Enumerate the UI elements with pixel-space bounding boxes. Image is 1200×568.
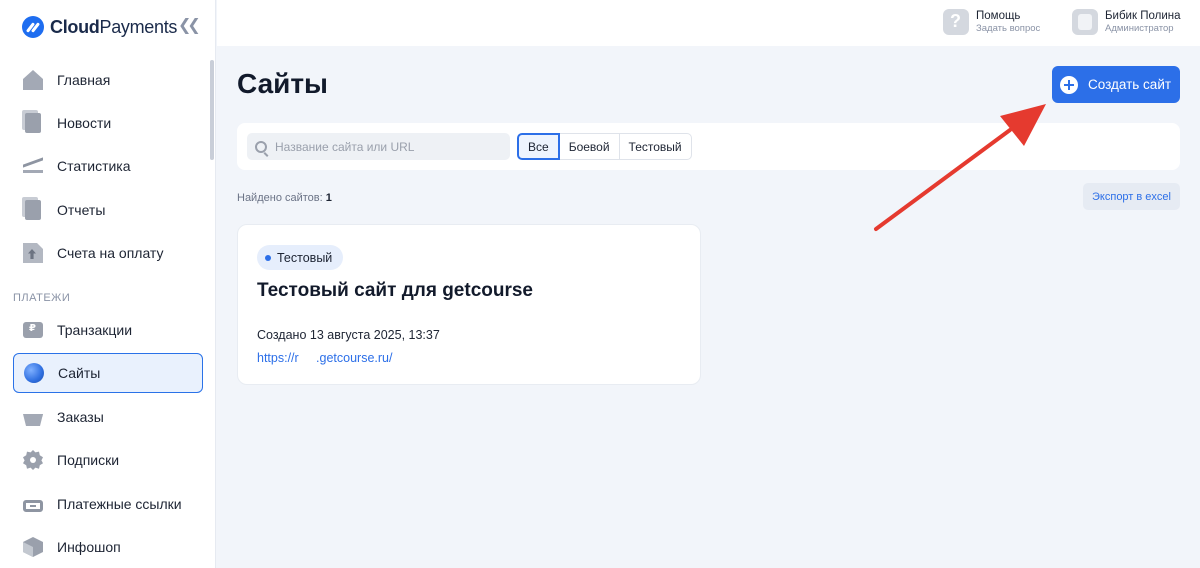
invoice-icon (23, 243, 43, 263)
logo-mark-icon (22, 16, 44, 38)
sidebar-scrollbar[interactable] (210, 60, 214, 160)
status-badge: Тестовый (257, 245, 344, 270)
search-box[interactable] (247, 133, 510, 160)
filter-all-button[interactable]: Все (517, 133, 560, 160)
news-icon (25, 113, 41, 133)
user-avatar (1072, 9, 1098, 35)
status-dot-icon (265, 254, 271, 261)
box-icon (23, 537, 43, 557)
user-menu[interactable]: Бибик Полина Администратор (1072, 9, 1181, 35)
sidebar-item-label: Платежные ссылки (57, 496, 182, 512)
sidebar-item-orders[interactable]: Заказы (13, 397, 203, 437)
chart-icon (23, 159, 43, 173)
type-filter: Все Боевой Тестовый (517, 133, 692, 160)
sidebar-item-label: Счета на оплату (57, 245, 164, 261)
help-subtitle: Задать вопрос (976, 22, 1041, 34)
page-title: Сайты (237, 68, 328, 99)
found-label: Найдено сайтов: (237, 192, 323, 204)
sidebar-item-news[interactable]: Новости (13, 103, 203, 143)
sidebar-item-payment-links[interactable]: Платежные ссылки (13, 484, 203, 524)
found-count: Найдено сайтов: 1 (237, 192, 332, 204)
sidebar-item-statistics[interactable]: Статистика (13, 146, 203, 186)
sidebar-item-label: Транзакции (57, 322, 133, 338)
help-text: Помощь Задать вопрос (976, 10, 1040, 35)
search-input[interactable] (275, 139, 495, 154)
site-title[interactable]: Тестовый сайт для getcourse (257, 280, 533, 302)
sidebar-item-invoices[interactable]: Счета на оплату (13, 233, 203, 273)
create-site-button[interactable]: Создать сайт (1052, 66, 1180, 103)
filter-bar: Все Боевой Тестовый (237, 123, 1180, 170)
user-text: Бибик Полина Администратор (1105, 10, 1181, 35)
export-excel-button[interactable]: Экспорт в excel (1083, 183, 1180, 210)
double-chevron-left-icon[interactable]: ❮❮ (178, 15, 201, 35)
section-label-payments: ПЛАТЕЖИ (13, 292, 71, 304)
sidebar-item-label: Подписки (57, 452, 120, 468)
cash-icon (23, 322, 43, 338)
user-name: Бибик Полина (1105, 9, 1181, 22)
link-icon (23, 500, 43, 512)
basket-icon (23, 414, 43, 426)
site-created-date: Создано 13 августа 2025, 13:37 (257, 328, 440, 342)
create-site-label: Создать сайт (1088, 77, 1172, 92)
status-badge-label: Тестовый (277, 250, 333, 265)
sidebar-item-reports[interactable]: Отчеты (13, 190, 203, 230)
sidebar: CloudPayments ❮❮ Главная Новости Статист… (0, 0, 216, 568)
sidebar-item-label: Новости (57, 115, 112, 131)
sidebar-item-infoshop[interactable]: Инфошоп (13, 527, 203, 567)
search-icon (255, 140, 267, 153)
logo-text: CloudPayments (50, 16, 178, 37)
found-number: 1 (325, 192, 332, 204)
sidebar-item-home[interactable]: Главная (13, 60, 203, 100)
gear-icon (23, 450, 43, 470)
help-title: Помощь (976, 9, 1021, 22)
sidebar-item-label: Главная (57, 72, 111, 88)
home-icon (23, 70, 43, 90)
sidebar-item-label: Сайты (58, 365, 101, 381)
sidebar-item-label: Инфошоп (57, 539, 121, 555)
top-header: Помощь Задать вопрос Бибик Полина Админи… (217, 0, 1200, 46)
filter-test-button[interactable]: Тестовый (618, 133, 692, 160)
plus-circle-icon (1060, 75, 1078, 94)
sidebar-item-sites[interactable]: Сайты (13, 353, 203, 393)
sidebar-item-label: Статистика (57, 158, 131, 174)
site-card[interactable]: Тестовый Тестовый сайт для getcourse Соз… (237, 224, 701, 385)
site-url-link[interactable]: https://r .getcourse.ru/ (257, 351, 392, 365)
cloudpayments-logo[interactable]: CloudPayments (22, 14, 177, 40)
sidebar-item-label: Заказы (57, 409, 104, 425)
user-role: Администратор (1105, 22, 1174, 34)
help-menu[interactable]: Помощь Задать вопрос (943, 9, 1040, 35)
filter-live-button[interactable]: Боевой (558, 133, 620, 160)
sidebar-item-label: Отчеты (57, 202, 106, 218)
reports-icon (25, 200, 41, 220)
sidebar-item-transactions[interactable]: Транзакции (13, 310, 203, 350)
help-icon (943, 9, 969, 35)
globe-icon (24, 363, 44, 383)
sidebar-item-subscriptions[interactable]: Подписки (13, 440, 203, 480)
